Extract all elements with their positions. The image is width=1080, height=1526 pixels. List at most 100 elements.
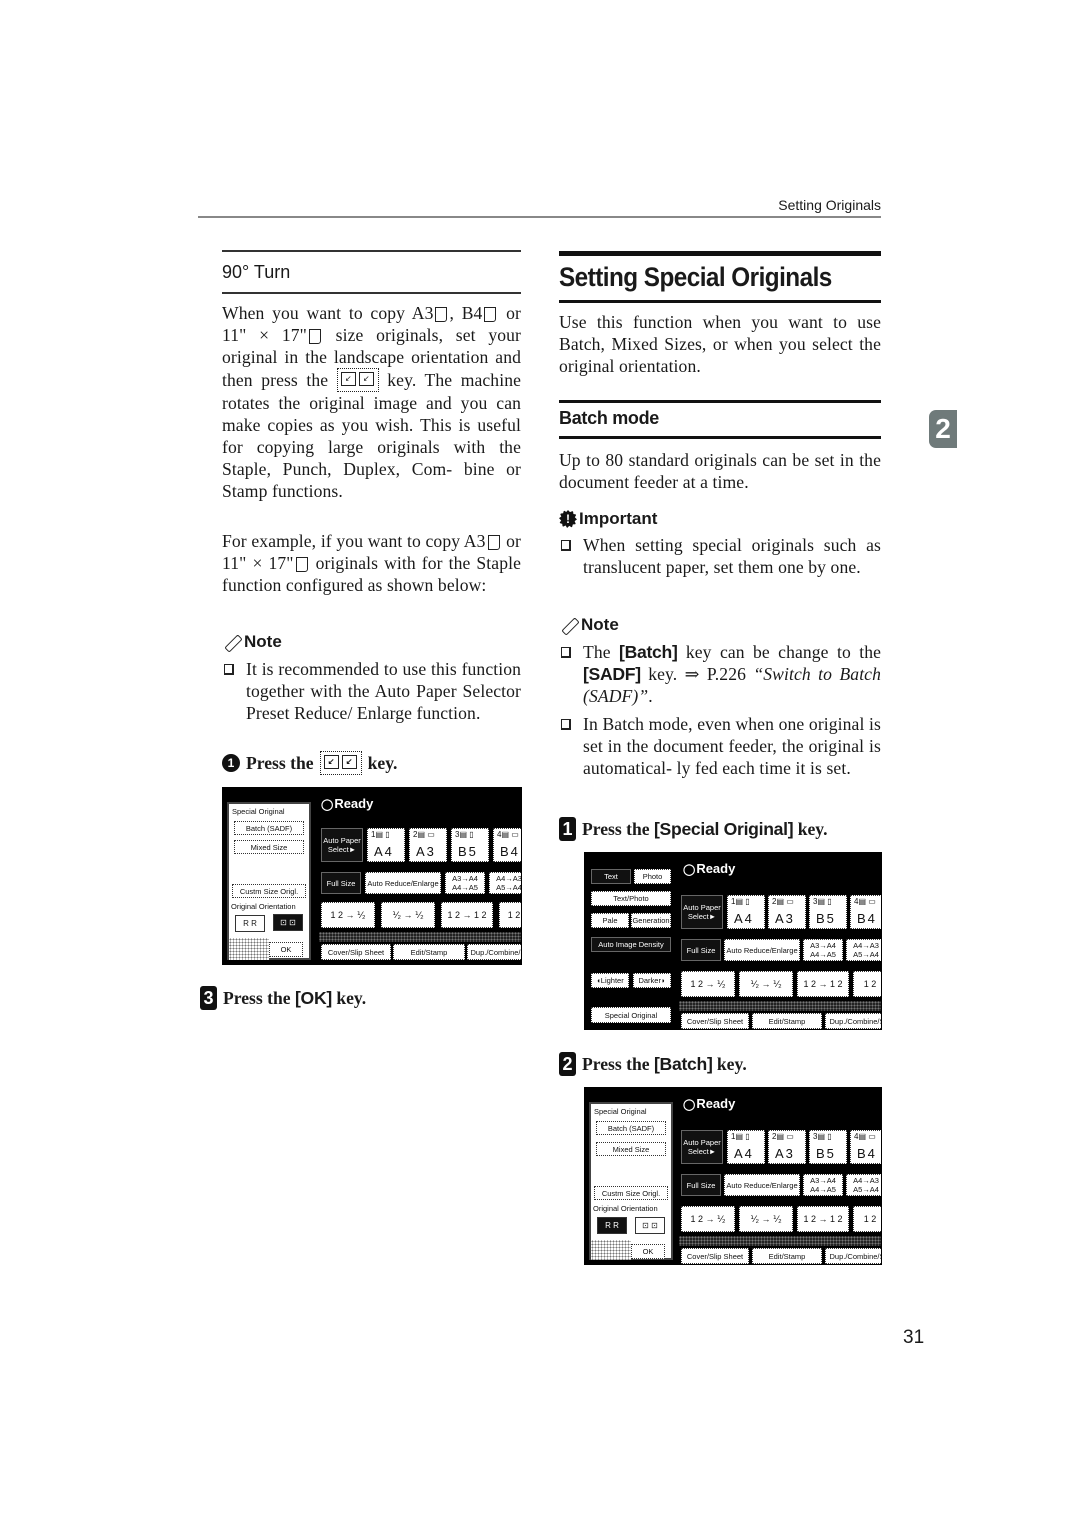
full-size-button[interactable]: Full Size [681, 1174, 721, 1196]
duplex-option-1[interactable]: 1 2 → ⅟₂ [681, 971, 735, 997]
paragraph-90-turn: When you want to copy A3, B4 or 11" × 17… [222, 303, 522, 501]
image-quality-panel: Text Photo Text/Photo Pale Generation Au… [589, 867, 673, 1025]
cover-slip-sheet-tab[interactable]: Cover/Slip Sheet [681, 1248, 749, 1264]
paper-tray-2[interactable]: 2▤ ▭ A3 [768, 1130, 806, 1164]
paper-tray-3[interactable]: 3▤ ▯ B5 [451, 828, 489, 862]
auto-paper-select-button[interactable]: Auto Paper Select► [321, 828, 363, 862]
auto-image-density-button[interactable]: Auto Image Density [591, 937, 671, 952]
duplex-option-3[interactable]: 1 2 → 1 2 [797, 1206, 849, 1232]
special-original-button[interactable]: Special Original [591, 1007, 671, 1023]
preset-reduce-button[interactable]: A3→A4 A4→A5 [445, 872, 485, 894]
cover-slip-sheet-tab[interactable]: Cover/Slip Sheet [681, 1013, 749, 1029]
paragraph-example: For example, if you want to copy A3 or 1… [222, 531, 521, 595]
step-number: 3 [200, 986, 217, 1010]
duplex-option-4[interactable]: 1 2 [853, 971, 881, 997]
batch-sadf-button[interactable]: Batch (SADF) [234, 821, 304, 835]
paper-tray-1[interactable]: 1▤ ▯ A4 [727, 895, 765, 929]
dup-combine-tab[interactable]: Dup./Combine/S [825, 1248, 881, 1264]
rotate-key-icon: ↙ ↙ [319, 751, 362, 775]
preset-reduce-button[interactable]: A3→A4 A4→A5 [803, 939, 843, 961]
paper-tray-1[interactable]: 1▤ ▯ A4 [367, 828, 405, 862]
duplex-option-2[interactable]: ⅟₂ → ⅟₂ [739, 1206, 793, 1232]
pale-mode-button[interactable]: Pale [591, 913, 629, 928]
generation-mode-button[interactable]: Generation [631, 913, 671, 928]
pencil-icon [559, 617, 577, 633]
auto-paper-select-button[interactable]: Auto Paper Select► [681, 895, 723, 929]
custom-size-original-button[interactable]: Custm Size Origl. [232, 884, 306, 898]
batch-sadf-button[interactable]: Batch (SADF) [596, 1121, 666, 1135]
full-size-button[interactable]: Full Size [681, 939, 721, 961]
edit-stamp-tab[interactable]: Edit/Stamp [752, 1248, 822, 1264]
copier-screen-special-original-landscape: Special Original Batch (SADF) Mixed Size… [222, 787, 522, 965]
copier-main-panel: Ready Auto Paper Select► 1▤ ▯A4 2▤ ▭A3 3… [317, 796, 521, 960]
orientation-landscape-button[interactable]: ⊡ ⊡ [273, 914, 303, 931]
section-bottom-rule [559, 436, 881, 439]
orientation-portrait-button[interactable]: R R [597, 1217, 627, 1234]
special-original-panel: Special Original Batch (SADF) Mixed Size… [227, 802, 311, 960]
ok-button[interactable]: OK [631, 1244, 665, 1259]
section-heading-batch-mode: Batch mode [559, 408, 660, 428]
checkbox-bullet-icon [561, 540, 571, 551]
preset-enlarge-button[interactable]: A4→A3 A5→A4 [846, 939, 881, 961]
duplex-option-4[interactable]: 1 2 [853, 1206, 881, 1232]
duplex-option-2[interactable]: ⅟₂ → ⅟₂ [381, 902, 435, 928]
dup-combine-tab[interactable]: Dup./Combine/S [825, 1013, 881, 1029]
paper-tray-3[interactable]: 3▤ ▯ B5 [809, 895, 847, 929]
full-size-button[interactable]: Full Size [321, 872, 361, 894]
custom-size-original-button[interactable]: Custm Size Origl. [594, 1186, 668, 1200]
paper-tray-4[interactable]: 4▤ ▭ B4 [850, 1130, 881, 1164]
page-title: Setting Special Originals [559, 262, 832, 292]
edit-stamp-tab[interactable]: Edit/Stamp [752, 1013, 822, 1029]
duplex-option-1[interactable]: 1 2 → ⅟₂ [321, 902, 375, 928]
duplex-option-4[interactable]: 1 2 [499, 902, 521, 928]
auto-reduce-enlarge-button[interactable]: Auto Reduce/Enlarge [724, 939, 800, 961]
paper-tray-2[interactable]: 2▤ ▭ A3 [409, 828, 447, 862]
note-item-2: In Batch mode, even when one original is… [559, 713, 881, 779]
orientation-portrait-button[interactable]: R R [235, 915, 265, 932]
dup-combine-tab[interactable]: Dup./Combine/S [467, 944, 521, 960]
duplex-option-2[interactable]: ⅟₂ → ⅟₂ [739, 971, 793, 997]
preset-enlarge-button[interactable]: A4→A3 A5→A4 [489, 872, 521, 894]
duplex-option-3[interactable]: 1 2 → 1 2 [441, 902, 493, 928]
note-heading-right: Note [559, 615, 881, 635]
edit-stamp-tab[interactable]: Edit/Stamp [393, 944, 465, 960]
paper-tray-4[interactable]: 4▤ ▭ B4 [493, 828, 521, 862]
portrait-paper-icon [487, 535, 500, 550]
photo-mode-button[interactable]: Photo [634, 869, 671, 884]
paper-tray-1[interactable]: 1▤ ▯ A4 [727, 1130, 765, 1164]
pattern-fill [679, 1236, 881, 1246]
auto-paper-select-button[interactable]: Auto Paper Select► [681, 1130, 723, 1164]
portrait-paper-icon [295, 557, 308, 572]
duplex-option-3[interactable]: 1 2 → 1 2 [797, 971, 849, 997]
text-mode-button[interactable]: Text [591, 869, 631, 884]
preset-reduce-button[interactable]: A3→A4 A4→A5 [803, 1174, 843, 1196]
paper-tray-4[interactable]: 4▤ ▭ B4 [850, 895, 881, 929]
ready-status: Ready [683, 1096, 735, 1111]
checkbox-bullet-icon [561, 719, 571, 730]
note-item-1: The [Batch] key can be change to the [SA… [559, 641, 881, 707]
mixed-size-button[interactable]: Mixed Size [596, 1142, 666, 1156]
orientation-landscape-button[interactable]: ⊡ ⊡ [635, 1217, 665, 1234]
subheading-90-turn: 90° Turn [222, 262, 291, 282]
important-item: When setting special originals such as t… [559, 534, 881, 578]
ok-button[interactable]: OK [269, 942, 303, 957]
pattern-fill [679, 1001, 881, 1011]
darker-button[interactable]: Darker◗ [633, 973, 671, 988]
mixed-size-button[interactable]: Mixed Size [234, 840, 304, 854]
portrait-paper-icon [308, 329, 321, 344]
auto-reduce-enlarge-button[interactable]: Auto Reduce/Enlarge [365, 872, 441, 894]
paper-tray-3[interactable]: 3▤ ▯ B5 [809, 1130, 847, 1164]
auto-reduce-enlarge-button[interactable]: Auto Reduce/Enlarge [724, 1174, 800, 1196]
portrait-paper-icon [484, 307, 497, 322]
paper-tray-2[interactable]: 2▤ ▭ A3 [768, 895, 806, 929]
intro-paragraph: Use this function when you want to use B… [559, 312, 881, 376]
title-bottom-rule [559, 300, 881, 303]
cover-slip-sheet-tab[interactable]: Cover/Slip Sheet [321, 944, 391, 960]
lighter-button[interactable]: ◖Lighter [591, 973, 629, 988]
important-icon: ! [559, 510, 577, 528]
step-number: 1 [222, 754, 240, 772]
duplex-option-1[interactable]: 1 2 → ⅟₂ [681, 1206, 735, 1232]
text-photo-mode-button[interactable]: Text/Photo [591, 891, 671, 906]
portrait-paper-icon [435, 307, 448, 322]
preset-enlarge-button[interactable]: A4→A3 A5→A4 [846, 1174, 881, 1196]
